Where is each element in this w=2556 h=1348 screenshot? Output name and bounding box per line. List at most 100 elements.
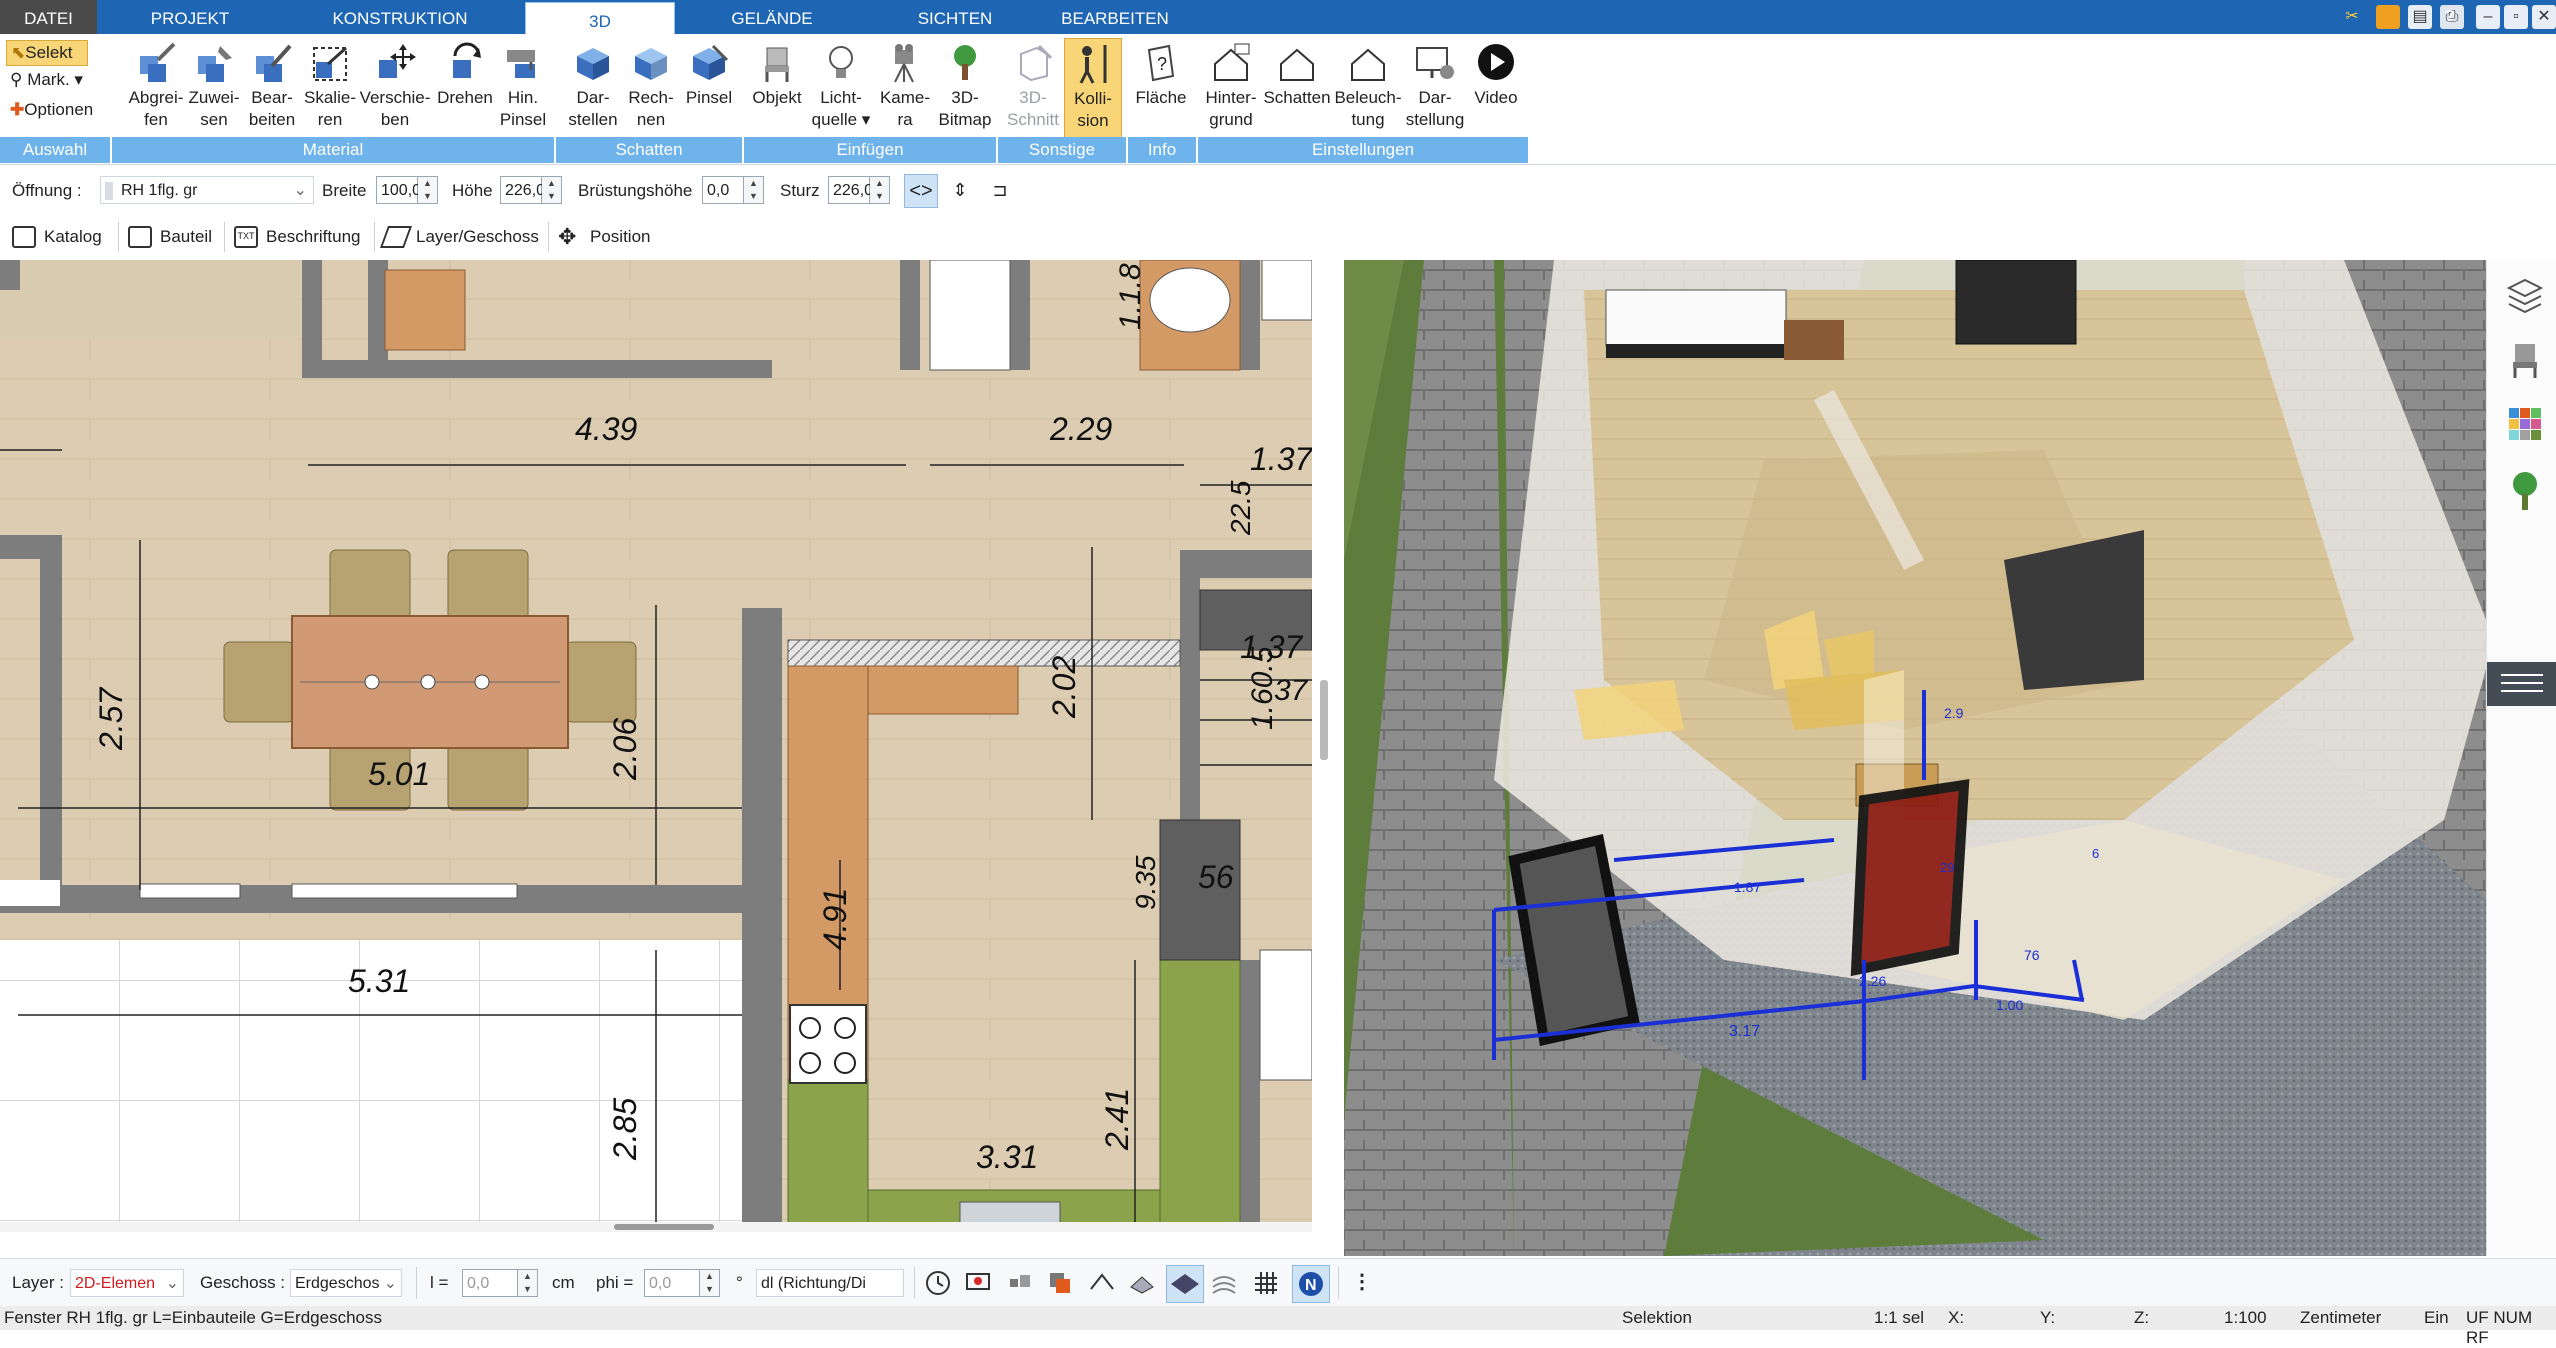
chair-icon[interactable]: [2507, 340, 2543, 380]
display-button[interactable]: Dar-stellung: [1400, 38, 1470, 131]
layers-icon[interactable]: [2505, 276, 2545, 316]
panel-icon[interactable]: ▤: [2408, 5, 2432, 29]
length-field[interactable]: 0,0: [462, 1269, 518, 1297]
scroll-thumb[interactable]: [614, 1224, 714, 1230]
3d-view[interactable]: 3.17 1.00 2.26 1.87 76 2.9 29 6: [1344, 260, 2486, 1256]
tab-views[interactable]: SICHTEN: [880, 0, 1030, 34]
shadows-settings-button[interactable]: Schatten: [1262, 38, 1332, 109]
tools-icon[interactable]: ✂: [2340, 5, 2364, 29]
floor-plane-toggle[interactable]: [1166, 1265, 1204, 1303]
mark-button[interactable]: ⚲ Mark. ▾: [10, 70, 83, 90]
collision-button[interactable]: Kolli-sion: [1064, 38, 1122, 140]
tab-file[interactable]: DATEI: [0, 0, 97, 34]
roof-icon[interactable]: [1088, 1269, 1116, 1297]
sill-stepper[interactable]: ▲ ▼: [744, 176, 764, 204]
text-icon: TXT: [234, 226, 258, 248]
opening-type-select[interactable]: RH 1flg. gr ⌄: [100, 176, 314, 204]
layer-color-icon[interactable]: [1046, 1269, 1074, 1297]
move-material-button[interactable]: Verschie-ben: [352, 38, 438, 131]
tab-3d[interactable]: 3D: [525, 2, 675, 35]
layer-select[interactable]: 2D-Elemen ⌄: [70, 1269, 184, 1297]
tree-icon: [954, 45, 976, 80]
insert-bitmap-button[interactable]: 3D- Bitmap: [930, 38, 1000, 131]
insert-light-button[interactable]: Licht-quelle ▾: [806, 38, 876, 131]
tab-project[interactable]: PROJEKT: [120, 0, 260, 34]
vertical-scroll-thumb[interactable]: [1320, 680, 1328, 760]
floor-select[interactable]: Erdgeschos ⌄: [290, 1269, 402, 1297]
lintel-field[interactable]: 226,0: [828, 176, 873, 204]
floor-plan-view[interactable]: 4.39 2.29 1.37 22.5 2.57 5.01 2.06 2.02 …: [0, 260, 1312, 1232]
terrain-icon[interactable]: [1210, 1269, 1238, 1297]
tab-construction[interactable]: KONSTRUKTION: [300, 0, 500, 34]
3d-dim-label: 1.87: [1734, 879, 1761, 895]
3d-render-canvas[interactable]: 3.17 1.00 2.26 1.87 76 2.9 29 6: [1344, 260, 2486, 1256]
direction-select[interactable]: dl (Richtung/Di: [756, 1269, 904, 1297]
background-brush-button[interactable]: Hin. Pinsel: [492, 38, 554, 131]
svg-text:N: N: [1305, 1277, 1317, 1294]
floor-plan-canvas[interactable]: 4.39 2.29 1.37 22.5 2.57 5.01 2.06 2.02 …: [0, 260, 1312, 1232]
component-button[interactable]: Bauteil: [124, 220, 212, 254]
objects-icon[interactable]: [1006, 1269, 1034, 1297]
close-button[interactable]: ✕: [2532, 5, 2556, 29]
video-button[interactable]: Video: [1466, 38, 1526, 109]
clock-icon[interactable]: [924, 1269, 952, 1297]
house-background-icon: [1214, 43, 1250, 81]
separator: [374, 222, 375, 252]
scale-icon: [313, 46, 347, 81]
north-toggle[interactable]: N: [1292, 1265, 1330, 1303]
screen-icon[interactable]: [964, 1269, 992, 1297]
layer-floor-button[interactable]: Layer/Geschoss: [379, 220, 539, 254]
more-options-icon[interactable]: ⋮: [1352, 1269, 1372, 1294]
material-palette-icon[interactable]: [2505, 404, 2545, 444]
options-button[interactable]: ✚Optionen: [10, 100, 93, 120]
window-icon[interactable]: [2376, 5, 2400, 29]
shadow-brush-button[interactable]: Pinsel: [674, 38, 744, 109]
maximize-button[interactable]: ▫: [2504, 5, 2528, 29]
3d-dim-label: 29: [1940, 860, 1954, 875]
open-side-icon[interactable]: ⊐: [984, 174, 1016, 206]
house-shadow-icon: [1280, 48, 1314, 81]
catalog-button[interactable]: Katalog: [8, 220, 102, 254]
dim-label: 4.91: [817, 888, 853, 950]
lintel-stepper[interactable]: ▲ ▼: [870, 176, 890, 204]
select-button[interactable]: ⬉Selekt: [6, 40, 88, 66]
length-label: l =: [430, 1273, 449, 1292]
insert-object-button[interactable]: Objekt: [742, 38, 812, 109]
3d-sidebar: [2486, 260, 2556, 1256]
section-3d-button[interactable]: 3D- Schnitt: [1000, 38, 1066, 131]
height-field[interactable]: 226,0: [500, 176, 545, 204]
bed-icon: [1605, 289, 1787, 347]
group-label-insert: Einfügen: [744, 137, 996, 163]
width-field[interactable]: 100,0: [376, 176, 421, 204]
sill-field[interactable]: 0,0: [702, 176, 744, 204]
grid-icon[interactable]: [1252, 1269, 1280, 1297]
position-button[interactable]: ✥ Position: [554, 220, 650, 254]
tab-terrain[interactable]: GELÄNDE: [700, 0, 844, 34]
splitter[interactable]: [1312, 260, 1344, 1256]
area-question-icon: ?: [1147, 44, 1175, 82]
lighting-button[interactable]: Beleuch-tung: [1330, 38, 1406, 131]
angle-field[interactable]: 0,0: [644, 1269, 700, 1297]
flip-vertical-icon[interactable]: ⇕: [944, 174, 976, 206]
separator: [1338, 1267, 1339, 1299]
labeling-button[interactable]: TXT Beschriftung: [230, 220, 361, 254]
hamburger-menu-button[interactable]: [2487, 662, 2556, 706]
hatch-icon[interactable]: [1128, 1269, 1156, 1297]
angle-stepper[interactable]: ▲ ▼: [700, 1269, 720, 1297]
move-arrows-icon: [379, 44, 416, 78]
minimize-button[interactable]: –: [2476, 5, 2500, 29]
flip-horizontal-icon[interactable]: <>: [904, 174, 938, 208]
height-stepper[interactable]: ▲ ▼: [542, 176, 562, 204]
tab-edit[interactable]: BEARBEITEN: [1040, 0, 1190, 34]
ribbon: ⬉Selekt ⚲ Mark. ▾ ✚Optionen Abgrei-fen Z…: [0, 34, 2556, 165]
background-button[interactable]: Hinter-grund: [1196, 38, 1266, 131]
dim-label: 1.37: [1250, 441, 1312, 477]
area-button[interactable]: ? Fläche: [1126, 38, 1196, 109]
width-stepper[interactable]: ▲ ▼: [418, 176, 438, 204]
tree-icon[interactable]: [2507, 468, 2543, 512]
chevron-down-icon: ⌄: [293, 182, 307, 199]
help-question-icon[interactable]: ?: [2438, 5, 2462, 29]
rotate-material-button[interactable]: Drehen: [430, 38, 500, 109]
plan-horizontal-scrollbar[interactable]: [0, 1222, 1312, 1232]
length-stepper[interactable]: ▲ ▼: [518, 1269, 538, 1297]
